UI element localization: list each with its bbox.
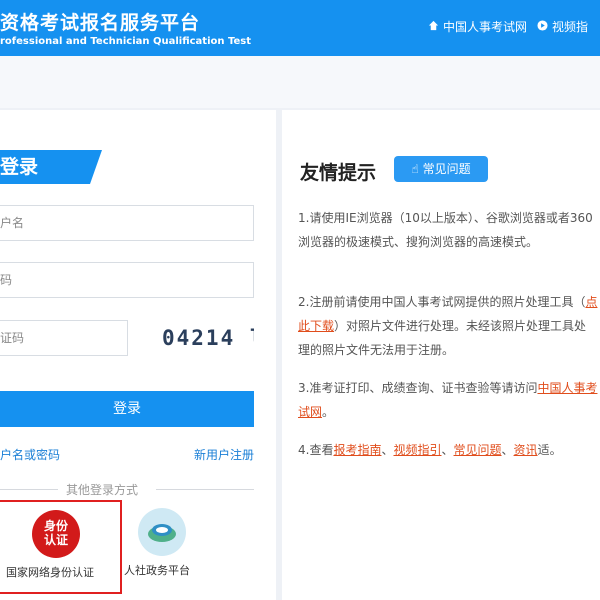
home-icon	[428, 20, 439, 34]
faq-button-label: 常见问题	[422, 162, 471, 176]
faq-link[interactable]: 常见问题	[454, 443, 502, 457]
divider	[156, 489, 254, 490]
hand-pointer-icon: ☝	[411, 162, 419, 176]
faq-button[interactable]: ☝ 常见问题	[394, 156, 488, 182]
tip-item: 4.查看报考指南、视频指引、常见问题、资讯适。	[298, 443, 562, 457]
identity-seal-icon: 身份 认证	[32, 510, 80, 558]
nav-link-video[interactable]: 视频指	[537, 18, 588, 35]
other-methods-label: 其他登录方式	[66, 483, 139, 497]
forgot-link[interactable]: 户名或密码	[0, 446, 60, 463]
tip-text: 2.注册前请使用中国人事考试网提供的照片处理工具（	[298, 295, 586, 309]
login-button[interactable]: 登录	[0, 391, 254, 427]
password-input[interactable]: 码	[0, 262, 254, 298]
tip-text: 适。	[537, 443, 562, 457]
username-input[interactable]: 户名	[0, 205, 254, 241]
video-guide-link[interactable]: 视频指引	[393, 443, 441, 457]
header-nav: 中国人事考试网 视频指	[428, 18, 598, 35]
play-icon	[537, 19, 548, 34]
alt-method-label: 人社政务平台	[124, 564, 190, 577]
nav-link-cpta[interactable]: 中国人事考试网	[428, 18, 527, 35]
tip-text: ）对照片文件进行处理。未经该照片处理工具处理的照片文件无法用于注册。	[298, 319, 587, 357]
tip-text: 1.请使用IE浏览器（10以上版本）、谷歌浏览器或者360浏览器的极速模式、搜狗…	[298, 211, 593, 249]
alt-method-label: 国家网络身份认证	[6, 566, 94, 579]
nav-link-label: 中国人事考试网	[443, 20, 528, 34]
top-header: 资格考试报名服务平台 rofessional and Technician Qu…	[0, 0, 600, 56]
tip-text: 3.准考证打印、成绩查询、证书查验等请访问	[298, 381, 538, 395]
national-id-login[interactable]: 身份 认证 国家网络身份认证	[0, 500, 122, 594]
divider	[0, 489, 58, 490]
tip-item: 1.请使用IE浏览器（10以上版本）、谷歌浏览器或者360浏览器的极速模式、搜狗…	[298, 206, 598, 254]
gov-platform-login[interactable]: 人社政务平台	[122, 500, 232, 594]
news-link[interactable]: 资讯	[514, 443, 538, 457]
tip-text: 4.查看	[298, 443, 334, 457]
tip-text: 。	[322, 405, 335, 419]
platform-title: 资格考试报名服务平台	[0, 12, 201, 34]
tips-title: 友情提示	[300, 162, 377, 184]
tips-panel: 友情提示 ☝ 常见问题 1.请使用IE浏览器（10以上版本）、谷歌浏览器或者36…	[282, 110, 600, 600]
nav-link-label: 视频指	[552, 20, 589, 34]
login-tab[interactable]: 登录	[0, 150, 102, 184]
gov-service-icon	[138, 508, 186, 556]
guide-link[interactable]: 报考指南	[333, 443, 381, 457]
login-panel: 登录 户名 码 证码 04214 l 登录 户名或密码 新用户注册 其他登录方式…	[0, 110, 276, 600]
banner-strip	[0, 56, 600, 108]
register-link[interactable]: 新用户注册	[194, 446, 254, 463]
tip-item: 2.注册前请使用中国人事考试网提供的照片处理工具（点此下载）对照片文件进行处理。…	[298, 290, 598, 362]
captcha-input[interactable]: 证码	[0, 320, 128, 356]
captcha-image[interactable]: 04214 l	[162, 323, 254, 353]
platform-subtitle: rofessional and Technician Qualification…	[0, 36, 251, 47]
tip-item: 3.准考证打印、成绩查询、证书查验等请访问中国人事考试网。	[298, 376, 598, 424]
